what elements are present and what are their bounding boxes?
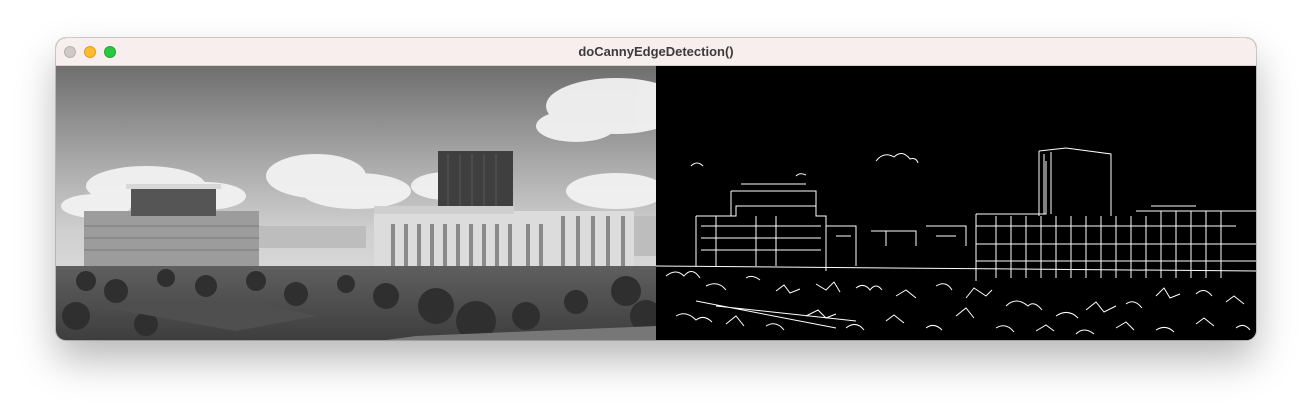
title-bar[interactable]: doCannyEdgeDetection(): [56, 38, 1256, 66]
window-title: doCannyEdgeDetection(): [578, 44, 734, 59]
grayscale-image: [56, 66, 656, 340]
image-display: [56, 66, 1256, 340]
edge-image: [656, 66, 1256, 340]
app-window: doCannyEdgeDetection(): [56, 38, 1256, 340]
